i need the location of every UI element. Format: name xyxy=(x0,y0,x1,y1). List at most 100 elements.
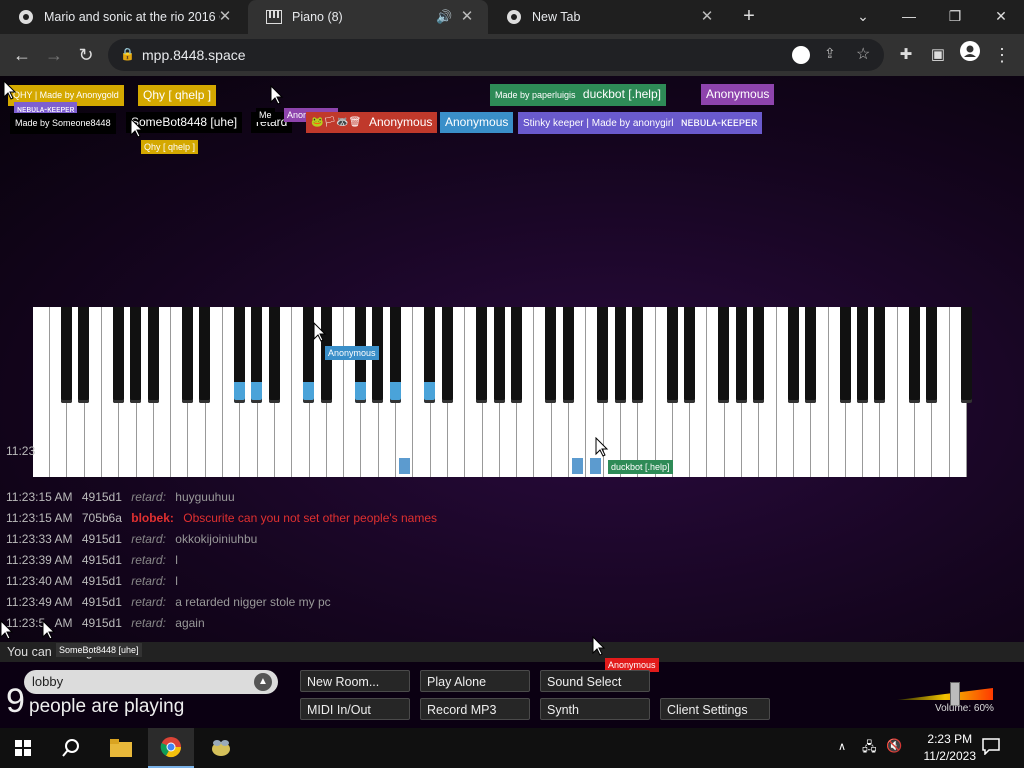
file-explorer-icon[interactable] xyxy=(98,728,144,768)
close-window-icon[interactable]: ✕ xyxy=(978,0,1024,34)
piano-black-key[interactable] xyxy=(735,307,747,403)
piano-black-key[interactable] xyxy=(545,307,557,403)
synth-button[interactable]: Synth xyxy=(540,698,650,720)
windows-start-icon[interactable] xyxy=(0,728,46,768)
chat-input[interactable]: You can ... hing. xyxy=(0,642,1024,662)
tab-piano[interactable]: Piano (8) 🔊 ✕ xyxy=(248,0,488,34)
piano-black-key[interactable] xyxy=(441,307,453,403)
close-tab-icon[interactable]: ✕ xyxy=(458,8,476,26)
tab-title: Piano (8) xyxy=(292,10,343,24)
piano-black-key[interactable] xyxy=(597,307,609,403)
minimize-icon[interactable]: — xyxy=(886,0,932,34)
notifications-icon[interactable] xyxy=(982,737,1000,756)
piano-black-key[interactable] xyxy=(493,307,505,403)
piano-black-key[interactable] xyxy=(787,307,799,403)
chat-text: l xyxy=(175,553,178,567)
menu-kebab-icon[interactable]: ⋮ xyxy=(988,41,1016,69)
player-count-label: people are playing xyxy=(29,696,185,717)
search-icon[interactable] xyxy=(48,728,94,768)
piano-black-key[interactable] xyxy=(251,307,263,403)
triangle-up-icon[interactable]: ▲ xyxy=(254,673,272,691)
piano-black-key[interactable] xyxy=(182,307,194,403)
close-tab-icon[interactable]: ✕ xyxy=(698,8,716,26)
piano-black-key[interactable] xyxy=(960,307,972,403)
client-settings-button[interactable]: Client Settings xyxy=(660,698,770,720)
piano-black-key[interactable] xyxy=(424,307,436,403)
piano-black-key[interactable] xyxy=(234,307,246,403)
piano-black-key[interactable] xyxy=(856,307,868,403)
piano-black-key[interactable] xyxy=(631,307,643,403)
piano-black-key[interactable] xyxy=(78,307,90,403)
piano-black-key[interactable] xyxy=(614,307,626,403)
extensions-icon[interactable]: ✚ xyxy=(892,41,920,69)
chat-user-name: retard: xyxy=(131,595,166,609)
browser-tab-bar: Mario and sonic at the rio 2016 Olym ✕ P… xyxy=(0,0,1024,34)
piano-black-key[interactable] xyxy=(908,307,920,403)
piano-black-key[interactable] xyxy=(199,307,211,403)
nametag[interactable]: Anonymous xyxy=(364,112,438,133)
volume-muted-icon[interactable]: 🔇 xyxy=(886,738,902,754)
piano-black-key[interactable] xyxy=(683,307,695,403)
chat-time: 11:23:15 AM xyxy=(6,511,73,525)
piano-black-key[interactable] xyxy=(112,307,124,403)
piano-black-key[interactable] xyxy=(666,307,678,403)
piano-black-key[interactable] xyxy=(389,307,401,403)
piano-black-key[interactable] xyxy=(147,307,159,403)
piano-black-key[interactable] xyxy=(61,307,73,403)
chat-user-id: 4915d1 xyxy=(81,532,122,546)
piano-black-key[interactable] xyxy=(839,307,851,403)
record-mp3-button[interactable]: Record MP3 xyxy=(420,698,530,720)
chevron-up-icon[interactable]: ∧ xyxy=(838,740,846,753)
address-bar[interactable]: 🔒 mpp.8448.space ⇪ ☆ xyxy=(108,39,884,71)
nametag[interactable]: Anonymous xyxy=(440,112,514,133)
reload-icon[interactable]: ↻ xyxy=(72,41,100,69)
chrome-taskbar-icon[interactable] xyxy=(148,728,194,768)
nametag-emoji[interactable]: 🐸🏳🦝🗑 xyxy=(306,112,367,133)
chrome-icon xyxy=(18,9,34,25)
room-selector[interactable]: lobby ▲ xyxy=(24,670,278,694)
chat-user-id: 4915d1 xyxy=(81,490,122,504)
forward-icon[interactable]: → xyxy=(40,41,68,69)
nametag[interactable]: Anonymous xyxy=(701,84,775,105)
share-icon[interactable]: ⇪ xyxy=(824,45,836,62)
tab-new-tab[interactable]: New Tab ✕ xyxy=(488,0,728,34)
speaker-icon[interactable]: 🔊 xyxy=(436,9,452,25)
sound-select-button[interactable]: Sound Select xyxy=(540,670,650,692)
piano-black-key[interactable] xyxy=(753,307,765,403)
app-taskbar-icon[interactable] xyxy=(198,728,244,768)
cursor-arrow-icon xyxy=(130,118,144,138)
nametag-paperluigis[interactable]: Made by paperluigis duckbot [.help] xyxy=(490,84,666,106)
nametag[interactable]: Made by Someone8448 xyxy=(10,113,116,134)
system-clock[interactable]: 2:23 PM 11/2/2023 xyxy=(924,731,977,765)
tab-title: Mario and sonic at the rio 2016 Olym xyxy=(44,10,220,24)
tab-mario[interactable]: Mario and sonic at the rio 2016 Olym ✕ xyxy=(0,0,246,34)
piano-black-key[interactable] xyxy=(562,307,574,403)
nametag[interactable]: Qhy [ qhelp ] xyxy=(138,85,217,106)
piano-black-key[interactable] xyxy=(268,307,280,403)
side-panel-icon[interactable]: ▣ xyxy=(924,41,952,69)
close-tab-icon[interactable]: ✕ xyxy=(216,8,234,26)
network-icon[interactable]: 🖧 xyxy=(862,738,877,760)
piano-black-key[interactable] xyxy=(130,307,142,403)
piano-black-key[interactable] xyxy=(718,307,730,403)
piano-black-key[interactable] xyxy=(926,307,938,403)
cursor-label: Anonymous xyxy=(325,346,379,360)
midi-button[interactable]: MIDI In/Out xyxy=(300,698,410,720)
piano-black-key[interactable] xyxy=(510,307,522,403)
back-icon[interactable]: ← xyxy=(8,41,36,69)
piano-keyboard[interactable] xyxy=(33,307,972,477)
google-icon[interactable] xyxy=(792,46,810,64)
lock-icon[interactable]: 🔒 xyxy=(120,47,135,61)
new-room-button[interactable]: New Room... xyxy=(300,670,410,692)
player-count: 9 xyxy=(6,682,25,720)
bookmark-star-icon[interactable]: ☆ xyxy=(856,44,870,64)
piano-black-key[interactable] xyxy=(804,307,816,403)
profile-icon[interactable] xyxy=(956,41,984,69)
nametag-stinky-keeper[interactable]: Stinky keeper | Made by anonygirl ɴᴇʙᴜʟᴀ… xyxy=(518,112,763,134)
piano-black-key[interactable] xyxy=(874,307,886,403)
new-tab-plus-icon[interactable]: + xyxy=(726,0,772,34)
restore-icon[interactable]: ❐ xyxy=(932,0,978,34)
play-alone-button[interactable]: Play Alone xyxy=(420,670,530,692)
piano-black-key[interactable] xyxy=(476,307,488,403)
tab-search-chevron-icon[interactable]: ⌄ xyxy=(840,0,886,34)
